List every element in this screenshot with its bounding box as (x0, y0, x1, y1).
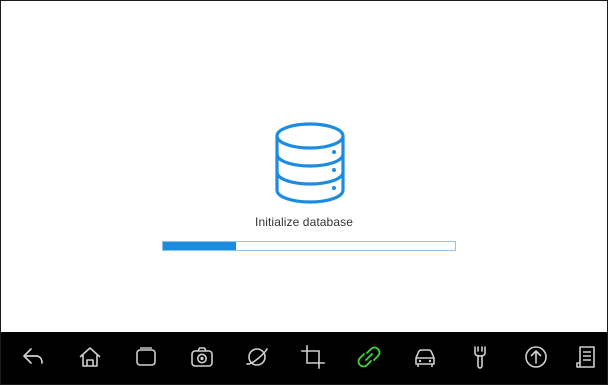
browser-icon (246, 348, 268, 366)
recent-apps-icon (136, 347, 156, 366)
status-message: Initialize database (255, 215, 353, 229)
recent-apps-button[interactable] (126, 334, 166, 380)
loading-panel: Initialize database (1, 1, 607, 332)
crop-icon (301, 345, 325, 369)
link-icon (357, 346, 381, 368)
browser-button[interactable] (237, 334, 277, 380)
screen: Initialize database (0, 0, 608, 385)
back-button[interactable] (13, 334, 53, 380)
progress-bar-fill (163, 242, 236, 250)
progress-bar (162, 241, 456, 251)
home-icon (79, 347, 101, 367)
camera-icon (191, 347, 213, 367)
connection-button[interactable] (349, 334, 389, 380)
screenshot-button[interactable] (182, 334, 222, 380)
home-button[interactable] (70, 334, 110, 380)
crop-button[interactable] (293, 334, 333, 380)
upload-button[interactable] (516, 334, 556, 380)
diagnostics-button[interactable] (460, 334, 500, 380)
database-icon (275, 122, 345, 204)
report-button[interactable] (567, 334, 607, 380)
document-icon (576, 346, 595, 368)
wrench-icon (474, 346, 486, 369)
vehicle-button[interactable] (405, 334, 445, 380)
car-icon (415, 349, 435, 367)
upload-icon (525, 346, 547, 368)
navigation-bar (1, 332, 607, 384)
back-icon (23, 348, 43, 364)
